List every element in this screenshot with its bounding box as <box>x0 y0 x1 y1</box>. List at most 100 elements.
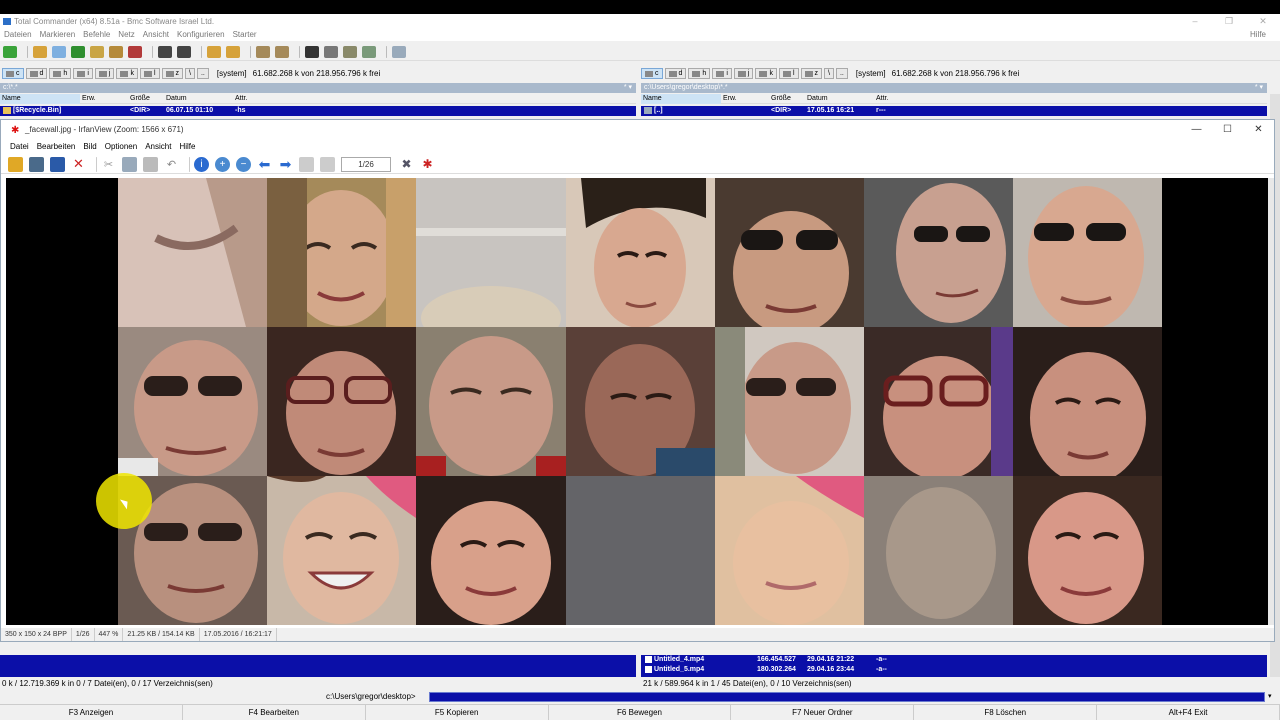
minimize-icon[interactable]: ‒ <box>1178 14 1212 29</box>
left-drive-d[interactable]: d <box>25 68 48 79</box>
zoom-out-icon[interactable]: − <box>236 156 251 172</box>
exit-icon[interactable]: ✱ <box>420 157 435 172</box>
ftp-icon[interactable] <box>324 45 338 58</box>
copy-icon[interactable] <box>122 156 137 172</box>
right-col-ext[interactable]: Erw. <box>723 94 737 104</box>
minimize-icon[interactable]: — <box>1181 120 1212 140</box>
menu-ansicht[interactable]: Ansicht <box>143 29 169 41</box>
next-arrow-icon[interactable]: ➡ <box>278 156 293 172</box>
binoculars-icon[interactable] <box>305 45 319 58</box>
open-folder-icon[interactable] <box>8 156 23 172</box>
right-col-date[interactable]: Datum <box>807 94 828 104</box>
disk-icon[interactable] <box>392 45 406 58</box>
f6-move-button[interactable]: F6 Bewegen <box>548 705 732 720</box>
first-page-icon[interactable] <box>299 156 314 172</box>
pack-icon[interactable] <box>109 45 123 58</box>
right-file-list-bottom[interactable]: Untitled_4.mp4 166.454.527 29.04.16 21:2… <box>641 655 1267 677</box>
right-history-button[interactable]: * ▾ <box>1255 83 1263 93</box>
left-drive-i[interactable]: i <box>73 68 93 79</box>
left-col-attr[interactable]: Attr. <box>235 94 247 104</box>
facewall-image[interactable] <box>6 178 1273 625</box>
left-drive-z[interactable]: z <box>161 68 183 79</box>
forward-arrow-icon[interactable] <box>177 45 191 58</box>
left-drive-l[interactable]: l <box>139 68 160 79</box>
menu-dateien[interactable]: Dateien <box>4 29 32 41</box>
close-icon[interactable]: ✕ <box>1246 14 1280 29</box>
delete-icon[interactable]: ✕ <box>71 156 86 172</box>
archive-icon[interactable] <box>207 45 221 58</box>
list-item[interactable]: Untitled_5.mp4 180.302.264 29.04.16 23:4… <box>641 665 1267 675</box>
f7-new-folder-button[interactable]: F7 Neuer Ordner <box>731 705 915 720</box>
menu-starter[interactable]: Starter <box>233 29 257 41</box>
left-history-button[interactable]: * ▾ <box>624 83 632 93</box>
list-item[interactable]: Untitled_4.mp4 166.454.527 29.04.16 21:2… <box>641 655 1267 665</box>
menu-hilfe[interactable]: Hilfe <box>1250 29 1266 41</box>
command-input[interactable] <box>429 692 1265 702</box>
left-col-ext[interactable]: Erw. <box>82 94 96 104</box>
iv-scrollbar[interactable] <box>1268 178 1274 625</box>
paste-icon[interactable] <box>143 156 158 172</box>
right-drive-d[interactable]: d <box>664 68 687 79</box>
iv-menu-datei[interactable]: Datei <box>10 141 29 153</box>
left-drive-j[interactable]: j <box>94 68 115 79</box>
right-drive-l[interactable]: l <box>778 68 799 79</box>
left-drive-up[interactable]: .. <box>196 68 209 79</box>
iv-menu-bearbeiten[interactable]: Bearbeiten <box>37 141 76 153</box>
tree-view-icon[interactable] <box>52 45 66 58</box>
thumbnail-icon[interactable] <box>71 45 85 58</box>
multi-rename-icon[interactable] <box>275 45 289 58</box>
menu-netz[interactable]: Netz <box>118 29 134 41</box>
notepad-icon[interactable] <box>362 45 376 58</box>
f3-view-button[interactable]: F3 Anzeigen <box>0 705 183 720</box>
menu-konfigurieren[interactable]: Konfigurieren <box>177 29 225 41</box>
info-icon[interactable]: i <box>194 156 209 172</box>
save-icon[interactable] <box>50 156 65 172</box>
right-drive-h[interactable]: h <box>688 68 711 79</box>
command-history-icon[interactable]: ▾ <box>1268 692 1278 702</box>
left-drive-root[interactable]: \ <box>185 68 195 79</box>
right-drive-root[interactable]: \ <box>824 68 834 79</box>
alt-f4-exit-button[interactable]: Alt+F4 Exit <box>1097 705 1280 720</box>
right-col-attr[interactable]: Attr. <box>876 94 888 104</box>
previous-arrow-icon[interactable]: ⬅ <box>257 156 272 172</box>
right-col-size[interactable]: Größe <box>771 94 791 104</box>
f8-delete-button[interactable]: F8 Löschen <box>914 705 1098 720</box>
left-drive-k[interactable]: k <box>116 68 138 79</box>
undo-icon[interactable]: ↶ <box>164 157 179 172</box>
left-col-size[interactable]: Größe <box>130 94 150 104</box>
right-drive-up[interactable]: .. <box>835 68 848 79</box>
left-path-bar[interactable]: c:\*.* * ▾ <box>0 83 636 93</box>
settings-tools-icon[interactable]: ✖ <box>399 157 414 172</box>
maximize-icon[interactable]: ☐ <box>1212 120 1243 140</box>
close-icon[interactable]: ✕ <box>1243 120 1274 140</box>
left-file-list-bottom[interactable] <box>0 655 636 677</box>
right-file-row[interactable]: [..] <DIR> 17.05.16 16:21 r--- <box>641 106 1267 116</box>
menu-befehle[interactable]: Befehle <box>83 29 110 41</box>
zoom-in-icon[interactable]: + <box>215 156 230 172</box>
right-drive-i[interactable]: i <box>712 68 732 79</box>
back-arrow-icon[interactable] <box>158 45 172 58</box>
slideshow-icon[interactable] <box>29 156 44 172</box>
menu-markieren[interactable]: Markieren <box>40 29 76 41</box>
f4-edit-button[interactable]: F4 Bearbeiten <box>182 705 366 720</box>
iv-menu-hilfe[interactable]: Hilfe <box>179 141 195 153</box>
left-drive-c[interactable]: c <box>2 68 24 79</box>
left-col-name[interactable]: Name <box>0 94 80 104</box>
left-file-row[interactable]: [$Recycle.Bin] <DIR> 06.07.15 01:10 -hs <box>0 106 636 116</box>
last-page-icon[interactable] <box>320 156 335 172</box>
network-icon[interactable] <box>343 45 357 58</box>
unpack-icon[interactable] <box>128 45 142 58</box>
iv-menu-ansicht[interactable]: Ansicht <box>145 141 171 153</box>
extract-icon[interactable] <box>226 45 240 58</box>
restore-icon[interactable]: ❐ <box>1212 14 1246 29</box>
left-drive-h[interactable]: h <box>49 68 72 79</box>
cut-icon[interactable]: ✂ <box>101 157 116 172</box>
iv-menu-bild[interactable]: Bild <box>83 141 96 153</box>
right-drive-j[interactable]: j <box>733 68 754 79</box>
right-path-bar[interactable]: c:\Users\gregor\desktop\*.* * ▾ <box>641 83 1267 93</box>
left-col-date[interactable]: Datum <box>166 94 187 104</box>
f5-copy-button[interactable]: F5 Kopieren <box>365 705 549 720</box>
right-drive-c[interactable]: c <box>641 68 663 79</box>
iv-menu-optionen[interactable]: Optionen <box>105 141 137 153</box>
compare-icon[interactable] <box>256 45 270 58</box>
